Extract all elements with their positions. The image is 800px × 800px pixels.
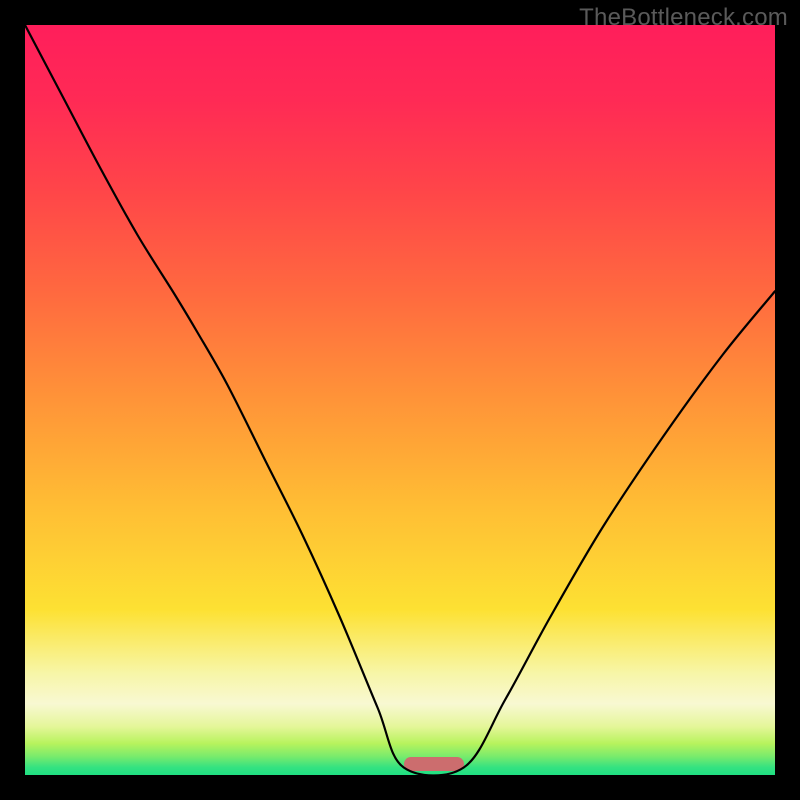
chart-frame: TheBottleneck.com <box>0 0 800 800</box>
plot-area <box>25 25 775 775</box>
bottleneck-curve <box>25 25 775 775</box>
watermark-text: TheBottleneck.com <box>579 4 788 32</box>
